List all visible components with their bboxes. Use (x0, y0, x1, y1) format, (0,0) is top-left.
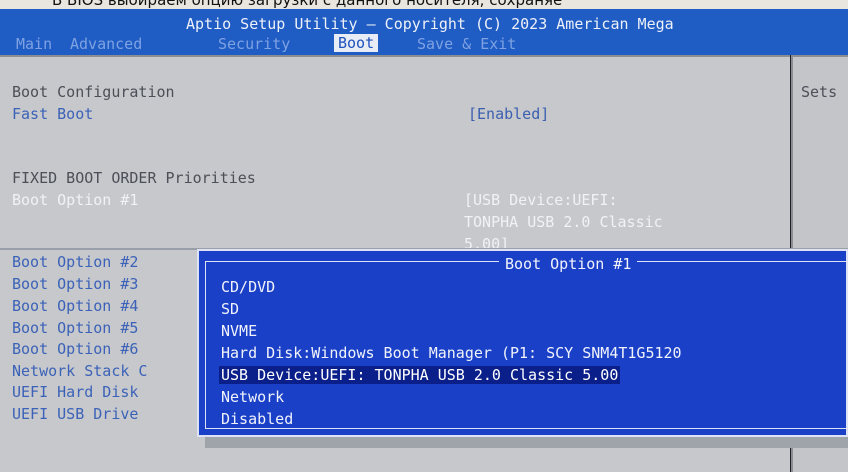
tab-boot[interactable]: Boot (334, 34, 379, 52)
uefi-hard-disk-label[interactable]: UEFI Hard Disk (12, 383, 138, 401)
boot-option-1-value-line[interactable]: [USB Device:UEFI: (464, 191, 618, 209)
caption-text: В BIOS выбираем опцию загрузки с данного… (52, 0, 563, 9)
popup-shadow (205, 437, 848, 448)
menu-bar: Main Advanced Security Boot Save & Exit (0, 33, 848, 55)
popup-option-nvme[interactable]: NVME (221, 322, 257, 340)
fast-boot-label[interactable]: Fast Boot (12, 105, 93, 123)
popup-option-usb-device-selected[interactable]: USB Device:UEFI: TONPHA USB 2.0 Classic … (219, 366, 621, 384)
boot-option-2-label[interactable]: Boot Option #2 (12, 253, 138, 271)
tab-main[interactable]: Main (16, 35, 52, 53)
tab-security[interactable]: Security (218, 35, 290, 53)
popup-title: Boot Option #1 (499, 255, 638, 273)
popup-option-sd[interactable]: SD (221, 300, 239, 318)
fixed-boot-order-title: FIXED BOOT ORDER Priorities (12, 169, 256, 187)
popup-option-cd-dvd[interactable]: CD/DVD (221, 278, 275, 296)
popup-option-network[interactable]: Network (221, 388, 284, 406)
boot-option-3-label[interactable]: Boot Option #3 (12, 275, 138, 293)
uefi-usb-drive-label[interactable]: UEFI USB Drive (12, 405, 138, 423)
section-title-boot-configuration: Boot Configuration (12, 83, 175, 101)
boot-option-1-value-line[interactable]: TONPHA USB 2.0 Classic (464, 213, 663, 231)
caption-strip: В BIOS выбираем опцию загрузки с данного… (0, 0, 848, 9)
network-stack-label[interactable]: Network Stack C (12, 362, 147, 380)
fast-boot-value[interactable]: [Enabled] (468, 105, 549, 123)
utility-title: Aptio Setup Utility – Copyright (C) 2023… (186, 15, 674, 33)
boot-option-6-label[interactable]: Boot Option #6 (12, 340, 138, 358)
tab-advanced[interactable]: Advanced (70, 35, 142, 53)
tab-save-exit[interactable]: Save & Exit (417, 35, 516, 53)
boot-option-4-label[interactable]: Boot Option #4 (12, 297, 138, 315)
boot-option-popup: Boot Option #1 CD/DVD SD NVME Hard Disk:… (197, 249, 848, 437)
boot-option-5-label[interactable]: Boot Option #5 (12, 319, 138, 337)
popup-option-hard-disk[interactable]: Hard Disk:Windows Boot Manager (P1: SCY … (221, 344, 682, 362)
help-text: Sets (801, 83, 838, 101)
boot-option-1-label[interactable]: Boot Option #1 (12, 191, 138, 209)
popup-option-disabled[interactable]: Disabled (221, 410, 293, 428)
